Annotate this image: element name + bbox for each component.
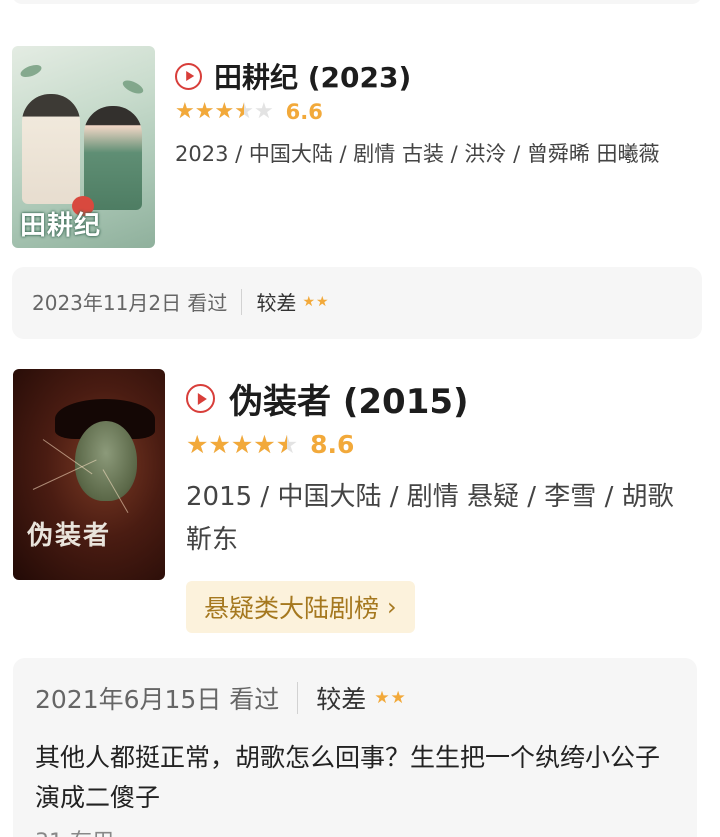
- review-header: 2021年6月15日 看过 较差 ★★: [35, 680, 407, 716]
- rating-score: 8.6: [310, 430, 355, 459]
- movie-title[interactable]: 田耕纪 (2023): [214, 56, 411, 96]
- rating-score: 6.6: [285, 100, 323, 124]
- movie-rating: ★★★★★★★★★★ 6.6: [175, 100, 323, 124]
- movie-poster[interactable]: 伪装者: [13, 369, 165, 580]
- poster-title: 田耕纪: [20, 211, 102, 241]
- poster-face: [75, 421, 137, 501]
- review-card: 2023年11月2日 看过 较差 ★★: [12, 267, 702, 339]
- review-header: 2023年11月2日 看过 较差 ★★: [32, 287, 330, 316]
- ranking-chip[interactable]: 悬疑类大陆剧榜 ›: [186, 581, 415, 633]
- star-icon: ★★: [208, 430, 231, 459]
- star-icon: ★★: [253, 430, 276, 459]
- star-icon: ★★: [186, 430, 209, 459]
- movie-title-row[interactable]: 田耕纪 (2023): [175, 56, 411, 96]
- useful-count[interactable]: 31 有用: [35, 824, 114, 837]
- movie-meta: 2015 / 中国大陆 / 剧情 悬疑 / 李雪 / 胡歌 靳东: [186, 482, 674, 555]
- watched-date: 2021年6月15日 看过: [35, 685, 280, 714]
- star-icon: ★★: [275, 430, 299, 459]
- divider: [241, 288, 243, 315]
- watched-date: 2023年11月2日 看过: [32, 291, 228, 315]
- movie-rating: ★★★★★★★★★★ 8.6: [186, 430, 354, 459]
- play-circle-icon[interactable]: [175, 62, 202, 90]
- poster-figure: [84, 106, 142, 210]
- star-icon: ★★: [234, 99, 254, 124]
- poster-figure: [22, 94, 80, 204]
- verdict-stars: ★★: [374, 688, 407, 708]
- movie-title[interactable]: 伪装者 (2015): [229, 374, 469, 423]
- movie-list-page: 田耕纪 田耕纪 (2023) ★★★★★★★★★★ 6.6 2023 / 中国大…: [0, 0, 720, 837]
- star-icon: ★★: [230, 430, 254, 459]
- previous-card-edge: [12, 0, 702, 4]
- rating-stars: ★★★★★★★★★★: [175, 101, 274, 123]
- review-text: 其他人都挺正常，胡歌怎么回事？生生把一个纨绔小公子演成二傻子: [35, 743, 661, 812]
- verdict-label: 较差: [316, 685, 367, 714]
- movie-title-row[interactable]: 伪装者 (2015): [186, 374, 469, 423]
- star-icon: ★★: [194, 99, 215, 124]
- divider: [297, 682, 299, 714]
- star-icon: ★★: [253, 99, 274, 124]
- chevron-right-icon[interactable]: ›: [387, 593, 397, 621]
- ranking-label[interactable]: 悬疑类大陆剧榜: [204, 589, 379, 625]
- leaf-decoration: [120, 77, 146, 97]
- movie-meta: 2023 / 中国大陆 / 剧情 古装 / 洪泠 / 曾舜晞 田曦薇: [175, 142, 660, 166]
- play-circle-icon[interactable]: [186, 384, 215, 413]
- verdict-label: 较差: [256, 291, 297, 315]
- movie-poster[interactable]: 田耕纪: [12, 46, 155, 248]
- rating-stars: ★★★★★★★★★★: [186, 432, 298, 457]
- leaf-decoration: [18, 62, 44, 80]
- star-icon: ★★: [214, 99, 235, 124]
- verdict-stars: ★★: [302, 293, 330, 310]
- poster-title: 伪装者: [27, 521, 112, 551]
- star-icon: ★★: [175, 99, 195, 124]
- review-card: 2021年6月15日 看过 较差 ★★ 其他人都挺正常，胡歌怎么回事？生生把一个…: [13, 658, 697, 837]
